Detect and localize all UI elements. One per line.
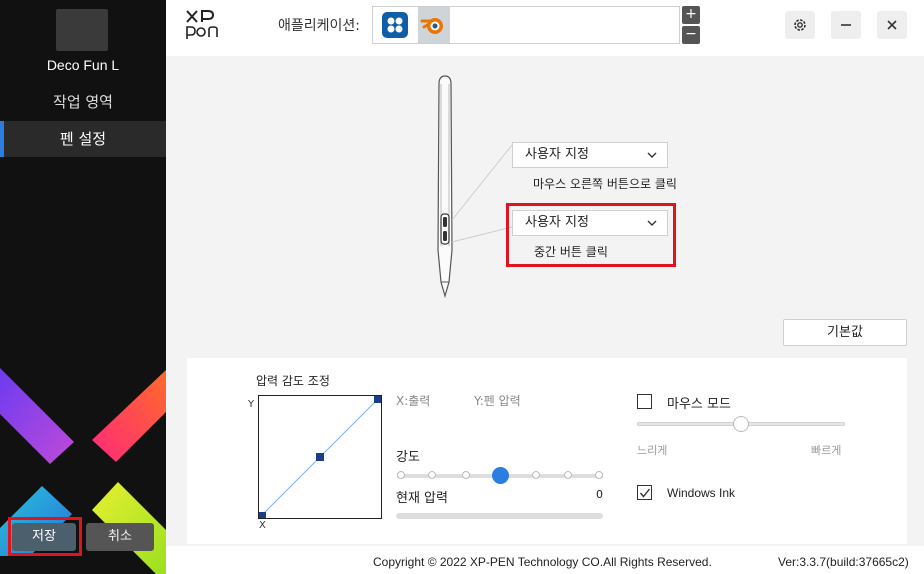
speed-fast-label: 빠르게: [811, 444, 842, 457]
y-pressure-label: Y:펜 압력: [474, 394, 521, 408]
application-list: [372, 6, 680, 44]
current-pressure-value: 0: [596, 488, 603, 501]
add-app-button[interactable]: +: [682, 6, 700, 24]
sidebar-item-pen-settings[interactable]: 펜 설정: [0, 121, 166, 157]
current-pressure-bar: [396, 513, 603, 519]
current-pressure-label: 현재 압력: [396, 491, 448, 506]
mouse-mode-label: 마우스 모드: [667, 397, 731, 412]
slider-tick: [428, 471, 436, 479]
slider-tick: [397, 471, 405, 479]
minimize-icon: [841, 24, 851, 26]
upper-button-dropdown[interactable]: 사용자 지정: [512, 142, 668, 168]
settings-button[interactable]: [785, 11, 815, 39]
remove-app-button[interactable]: −: [682, 26, 700, 44]
default-button[interactable]: 기본값: [783, 319, 907, 346]
slider-tick: [595, 471, 603, 479]
x-output-label: X:출력: [396, 394, 431, 408]
strength-label: 강도: [396, 450, 420, 465]
app-globe-icon[interactable]: [382, 12, 408, 38]
curve-axis-y: Y: [248, 399, 255, 410]
mouse-mode-checkbox[interactable]: [637, 394, 652, 409]
xp-pen-logo: [186, 10, 218, 39]
minimize-button[interactable]: [831, 11, 861, 39]
close-button[interactable]: [877, 11, 907, 39]
version-text: Ver:3.3.7(build:37665c2): [778, 555, 909, 569]
curve-point-start[interactable]: [259, 512, 266, 519]
close-icon: [887, 20, 897, 30]
gear-icon: [794, 19, 806, 31]
curve-point-mid[interactable]: [316, 453, 324, 461]
slider-tick: [462, 471, 470, 479]
strength-slider-handle[interactable]: [491, 467, 509, 484]
windows-ink-label: Windows Ink: [667, 486, 736, 500]
pressure-curve[interactable]: [258, 395, 382, 519]
slider-tick: [532, 471, 540, 479]
sidebar-item-work-area[interactable]: 작업 영역: [0, 84, 166, 120]
copyright-text: Copyright © 2022 XP-PEN Technology CO.Al…: [373, 555, 712, 569]
checkmark-icon: [639, 488, 650, 498]
windows-ink-checkbox[interactable]: [637, 485, 652, 500]
device-thumbnail: [56, 9, 108, 51]
slider-tick: [564, 471, 572, 479]
cancel-button[interactable]: 취소: [86, 523, 154, 551]
upper-button-value: 사용자 지정: [525, 147, 589, 162]
chevron-down-icon: [647, 152, 657, 158]
active-nav-marker: [0, 121, 4, 157]
mouse-speed-handle[interactable]: [733, 416, 749, 432]
curve-axis-x: X: [259, 520, 266, 531]
save-highlight-box: [8, 517, 82, 556]
curve-point-end[interactable]: [374, 396, 381, 403]
upper-button-caption: 마우스 오른쪽 버튼으로 클릭: [533, 177, 677, 191]
application-label: 애플리케이션:: [278, 18, 360, 34]
pressure-title: 압력 감도 조정: [256, 374, 330, 388]
blender-icon[interactable]: [418, 7, 450, 43]
speed-slow-label: 느리게: [637, 444, 668, 457]
device-name: Deco Fun L: [46, 57, 120, 73]
lower-button-highlight-box: [506, 203, 676, 267]
sidebar: Deco Fun L 작업 영역 펜 설정 저장 취소: [0, 0, 166, 574]
